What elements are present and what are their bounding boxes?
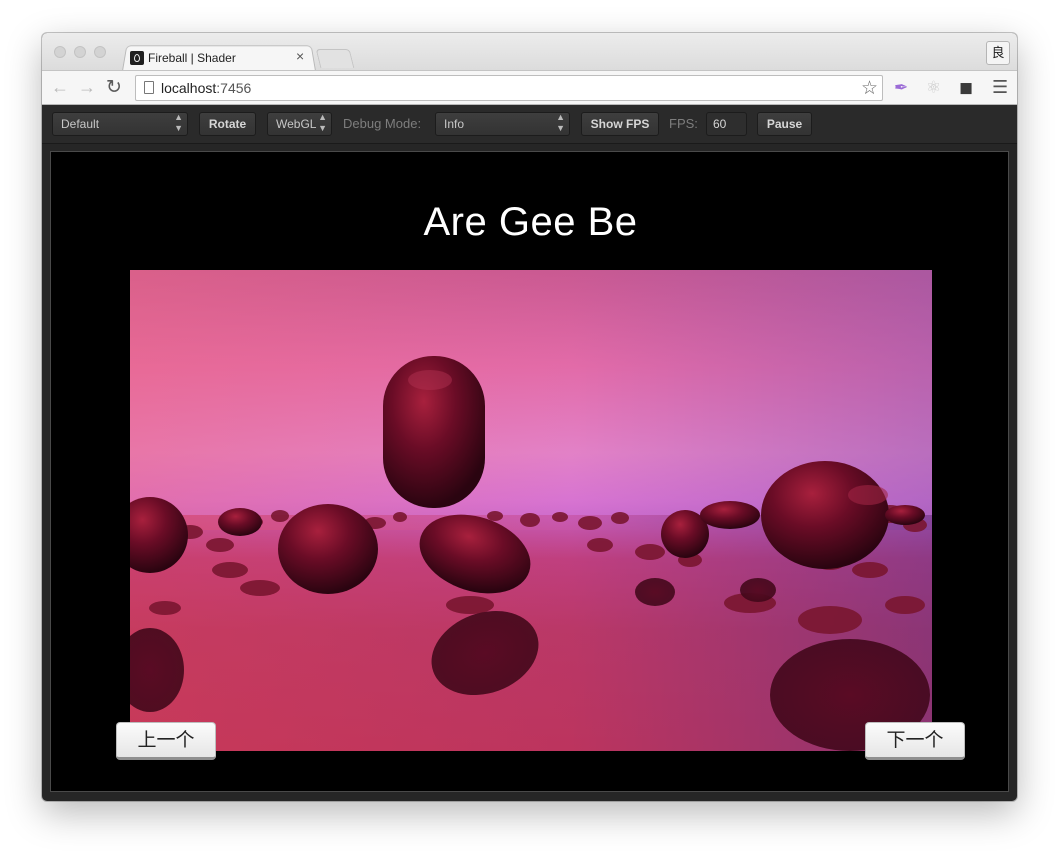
floor-reflections [130, 578, 930, 751]
prev-button[interactable]: 上一个 [116, 722, 216, 760]
reload-icon[interactable]: ↻ [106, 76, 122, 99]
select-arrows-icon: ▲ ▼ [174, 112, 183, 133]
tab-strip: Fireball | Shader × 良 [42, 33, 1017, 71]
renderer-select[interactable]: WebGL ▲ ▼ [267, 112, 332, 136]
fireball-favicon-icon [130, 51, 144, 65]
foreground-blobs [130, 356, 925, 594]
zoom-window-button[interactable] [94, 46, 106, 58]
pause-button[interactable]: Pause [757, 112, 812, 136]
new-tab-button[interactable] [315, 49, 355, 68]
tab-active[interactable]: Fireball | Shader × [130, 44, 316, 70]
debug-mode-select[interactable]: Info ▲ ▼ [435, 112, 570, 136]
browser-toolbar: ← → ↻ localhost:7456 ☆ ✒ ⚛ ◼ ☰ [42, 70, 1017, 105]
browser-window: Fireball | Shader × 良 ← → ↻ localhost:74… [42, 33, 1017, 801]
address-bar[interactable]: localhost:7456 ☆ [135, 75, 883, 101]
preset-select-value: Default [61, 117, 100, 131]
react-icon[interactable]: ⚛ [926, 78, 941, 98]
forward-arrow-icon[interactable]: → [78, 77, 96, 98]
debug-mode-label: Debug Mode: [343, 116, 422, 131]
show-fps-button[interactable]: Show FPS [581, 112, 659, 136]
back-arrow-icon[interactable]: ← [51, 77, 69, 98]
next-button[interactable]: 下一个 [865, 722, 965, 760]
game-canvas[interactable]: Are Gee Be 上一个 下一个 [50, 151, 1009, 792]
engine-control-bar: Default ▲ ▼ Rotate WebGL ▲ ▼ Debug Mode: I… [42, 105, 1017, 144]
feather-icon[interactable]: ✒ [894, 78, 908, 98]
tab-close-icon[interactable]: × [296, 48, 304, 64]
select-arrows-icon: ▲ ▼ [318, 112, 327, 133]
profile-button[interactable]: 良 [986, 41, 1010, 65]
metaballs-svg [130, 356, 930, 751]
evernote-icon[interactable]: ◼ [959, 78, 973, 98]
demo-title: Are Gee Be [423, 200, 638, 244]
url-text[interactable]: localhost:7456 [161, 80, 251, 96]
renderer-select-value: WebGL [276, 117, 317, 131]
hamburger-menu-icon[interactable]: ☰ [992, 77, 1008, 98]
preset-select[interactable]: Default ▲ ▼ [52, 112, 188, 136]
debug-mode-select-value: Info [444, 117, 465, 131]
page-icon [144, 81, 154, 94]
shader-render-view [130, 270, 932, 751]
fps-label: FPS: [669, 116, 698, 131]
close-window-button[interactable] [54, 46, 66, 58]
select-arrows-icon: ▲ ▼ [556, 112, 565, 133]
bookmark-star-icon[interactable]: ☆ [861, 77, 878, 100]
fps-input[interactable]: 60 [706, 112, 747, 136]
minimize-window-button[interactable] [74, 46, 86, 58]
rotate-button[interactable]: Rotate [199, 112, 256, 136]
tab-title: Fireball | Shader [148, 51, 236, 65]
